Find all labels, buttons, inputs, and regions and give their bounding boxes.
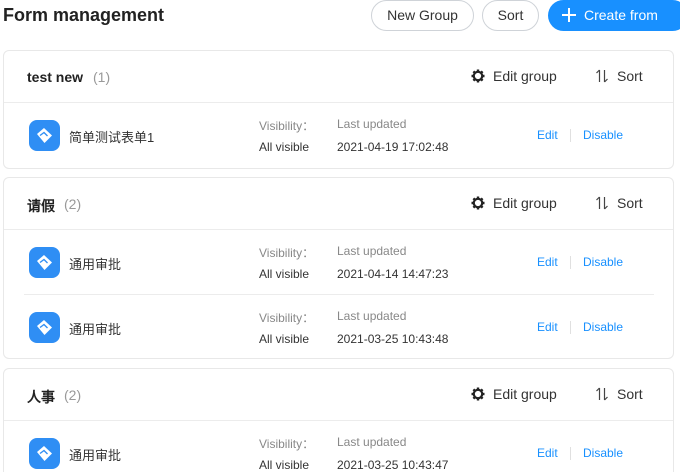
visibility-label: Visibility： — [259, 246, 315, 260]
sort-arrows-icon — [596, 196, 608, 210]
group-sort-label: Sort — [617, 68, 643, 84]
disable-link[interactable]: Disable — [583, 446, 623, 460]
group-count: (2) — [64, 196, 82, 212]
create-from-button[interactable]: Create from — [548, 0, 680, 31]
edit-link[interactable]: Edit — [537, 320, 558, 334]
disable-link[interactable]: Disable — [583, 255, 623, 269]
gear-icon — [471, 69, 485, 83]
last-updated-value: 2021-03-25 10:43:48 — [337, 332, 449, 346]
edit-group-button[interactable]: Edit group — [471, 68, 557, 84]
edit-group-label: Edit group — [493, 195, 557, 211]
sort-arrows-icon — [596, 387, 608, 401]
new-group-button[interactable]: New Group — [371, 0, 474, 31]
form-row: 通用审批 Visibility： All visible Last update… — [24, 421, 654, 472]
visibility-label: Visibility： — [259, 119, 315, 133]
action-divider — [570, 256, 571, 269]
form-group: test new (1) Edit group Sort 简单测试表单1 Vis… — [3, 50, 674, 169]
group-count: (2) — [64, 387, 82, 403]
create-from-label: Create from — [584, 7, 658, 23]
gear-icon — [471, 387, 485, 401]
sort-button[interactable]: Sort — [482, 0, 539, 31]
edit-group-label: Edit group — [493, 68, 557, 84]
group-count: (1) — [93, 69, 111, 85]
edit-link[interactable]: Edit — [537, 255, 558, 269]
edit-group-button[interactable]: Edit group — [471, 195, 557, 211]
form-row: 简单测试表单1 Visibility： All visible Last upd… — [24, 103, 654, 167]
action-divider — [570, 447, 571, 460]
form-row: 通用审批 Visibility： All visible Last update… — [24, 294, 654, 358]
form-tag-icon — [29, 312, 60, 343]
group-name: 请假 — [27, 198, 55, 214]
visibility-label: Visibility： — [259, 437, 315, 451]
form-tag-icon — [29, 247, 60, 278]
last-updated-label: Last updated — [337, 117, 407, 131]
group-sort-label: Sort — [617, 386, 643, 402]
group-sort-button[interactable]: Sort — [595, 195, 643, 211]
last-updated-label: Last updated — [337, 309, 407, 323]
page-header: Form management New Group Sort Create fr… — [0, 0, 680, 32]
page-title: Form management — [3, 5, 165, 25]
form-tag-icon — [29, 438, 60, 469]
group-name: test new — [27, 69, 84, 85]
group-sort-button[interactable]: Sort — [595, 386, 643, 402]
visibility-value: All visible — [259, 140, 310, 154]
group-header: 请假 (2) Edit group Sort — [4, 178, 673, 230]
group-header: 人事 (2) Edit group Sort — [4, 369, 673, 421]
group-sort-button[interactable]: Sort — [595, 68, 643, 84]
visibility-value: All visible — [259, 332, 310, 346]
form-name: 通用审批 — [69, 322, 122, 337]
form-group: 请假 (2) Edit group Sort 通用审批 Visibility： … — [3, 177, 674, 359]
disable-link[interactable]: Disable — [583, 128, 623, 142]
form-name: 通用审批 — [69, 448, 122, 463]
plus-icon — [562, 8, 576, 22]
edit-group-label: Edit group — [493, 386, 557, 402]
edit-group-button[interactable]: Edit group — [471, 386, 557, 402]
gear-icon — [471, 196, 485, 210]
action-divider — [570, 129, 571, 142]
last-updated-value: 2021-04-19 17:02:48 — [337, 140, 449, 154]
last-updated-value: 2021-04-14 14:47:23 — [337, 267, 449, 281]
edit-link[interactable]: Edit — [537, 446, 558, 460]
last-updated-value: 2021-03-25 10:43:47 — [337, 458, 449, 472]
edit-link[interactable]: Edit — [537, 128, 558, 142]
group-name: 人事 — [27, 389, 55, 405]
form-name: 简单测试表单1 — [69, 130, 155, 145]
visibility-label: Visibility： — [259, 311, 315, 325]
last-updated-label: Last updated — [337, 244, 407, 258]
form-name: 通用审批 — [69, 257, 122, 272]
group-sort-label: Sort — [617, 195, 643, 211]
form-tag-icon — [29, 120, 60, 151]
disable-link[interactable]: Disable — [583, 320, 623, 334]
visibility-value: All visible — [259, 267, 310, 281]
sort-arrows-icon — [596, 69, 608, 83]
group-header: test new (1) Edit group Sort — [4, 51, 673, 103]
form-row: 通用审批 Visibility： All visible Last update… — [24, 230, 654, 294]
action-divider — [570, 321, 571, 334]
visibility-value: All visible — [259, 458, 310, 472]
last-updated-label: Last updated — [337, 435, 407, 449]
form-group: 人事 (2) Edit group Sort 通用审批 Visibility： … — [3, 368, 674, 472]
